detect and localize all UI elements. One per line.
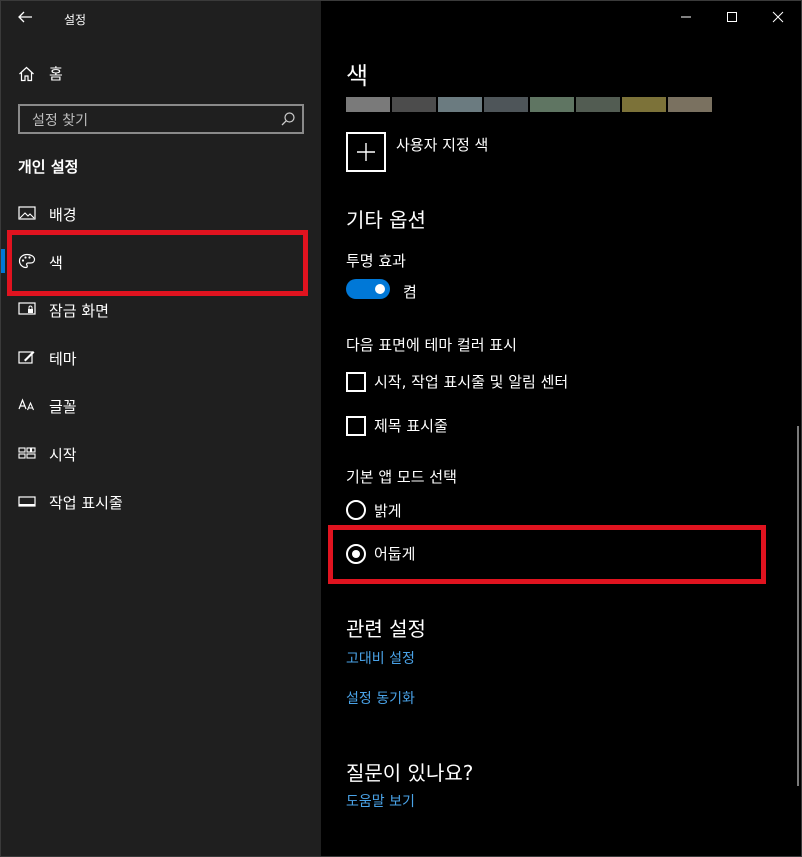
high-contrast-link[interactable]: 고대비 설정 [346,648,415,668]
palette-icon [18,253,36,269]
sidebar-item-label: 테마 [49,350,77,368]
sidebar-item-label: 배경 [49,206,77,224]
get-help-link[interactable]: 도움말 보기 [346,791,415,811]
color-swatch[interactable] [668,97,712,112]
section-title: 개인 설정 [18,158,79,176]
related-settings-heading: 관련 설정 [346,617,426,641]
home-icon [19,66,34,81]
color-swatch[interactable] [484,97,528,112]
start-taskbar-checkbox[interactable] [346,372,366,392]
minimize-icon [681,16,691,18]
taskbar-icon [18,496,36,507]
app-title: 설정 [64,13,87,27]
sidebar-item-label: 시작 [49,446,77,464]
transparency-toggle[interactable] [346,279,390,299]
home-label: 홈 [49,65,63,83]
color-swatch-row [346,97,712,112]
sidebar-item-color[interactable]: 색 [1,241,321,281]
back-arrow-icon [18,11,32,23]
sidebar-item-themes[interactable]: 테마 [1,337,321,377]
sidebar-item-background[interactable]: 배경 [1,193,321,233]
titlebar-checkbox-label[interactable]: 제목 표시줄 [374,415,448,436]
custom-color-label[interactable]: 사용자 지정 색 [396,134,488,155]
light-mode-radio[interactable] [346,500,366,520]
color-swatch[interactable] [576,97,620,112]
start-taskbar-checkbox-label[interactable]: 시작, 작업 표시줄 및 알림 센터 [374,371,568,392]
titlebar-checkbox[interactable] [346,416,366,436]
sidebar-item-taskbar[interactable]: 작업 표시줄 [1,481,321,521]
light-mode-label[interactable]: 밝게 [374,500,402,521]
custom-color-button[interactable] [346,132,386,172]
search-icon[interactable] [280,111,296,127]
transparency-label: 투명 효과 [346,252,406,270]
plus-icon [357,143,375,161]
minimize-button[interactable] [663,1,709,33]
window-controls [663,1,801,33]
sidebar-item-label: 글꼴 [49,398,77,416]
picture-icon [18,206,36,220]
color-swatch[interactable] [530,97,574,112]
dark-mode-label[interactable]: 어둡게 [374,543,415,564]
color-swatch[interactable] [392,97,436,112]
settings-window: 설정 홈 개인 설정 배경 [0,0,802,857]
sidebar-item-label: 작업 표시줄 [49,494,123,512]
question-heading: 질문이 있나요? [346,761,474,785]
font-icon [18,398,35,411]
color-swatch[interactable] [346,97,390,112]
color-swatch[interactable] [438,97,482,112]
sidebar-item-lock-screen[interactable]: 잠금 화면 [1,289,321,329]
dark-mode-radio[interactable] [346,544,366,564]
color-heading: 색 [346,62,369,90]
radio-dot [352,550,360,558]
toggle-knob [375,284,385,294]
search-input[interactable] [30,110,274,132]
sync-settings-link[interactable]: 설정 동기화 [346,688,415,708]
sidebar-item-fonts[interactable]: 글꼴 [1,385,321,425]
other-options-heading: 기타 옵션 [346,208,426,232]
home-link[interactable]: 홈 [18,63,63,84]
app-mode-label: 기본 앱 모드 선택 [346,468,457,486]
search-box[interactable] [18,104,304,134]
scrollbar[interactable] [797,426,799,786]
close-icon [772,11,784,23]
lock-screen-icon [18,302,36,315]
sidebar-item-start[interactable]: 시작 [1,433,321,473]
sidebar-item-label: 잠금 화면 [49,302,109,320]
theme-brush-icon [18,351,35,364]
back-button[interactable] [15,7,39,27]
close-button[interactable] [755,1,801,33]
accent-surface-label: 다음 표면에 테마 컬러 표시 [346,336,517,354]
transparency-state: 켬 [403,283,417,301]
sidebar: 설정 홈 개인 설정 배경 [1,1,321,856]
maximize-button[interactable] [709,1,755,33]
sidebar-item-label: 색 [49,254,63,272]
start-grid-icon [18,447,36,459]
maximize-icon [727,12,737,22]
main-content: 색 사용자 지정 색 기타 옵션 투명 효과 켬 다음 표면에 테마 컬러 표시… [321,1,801,856]
color-swatch[interactable] [622,97,666,112]
